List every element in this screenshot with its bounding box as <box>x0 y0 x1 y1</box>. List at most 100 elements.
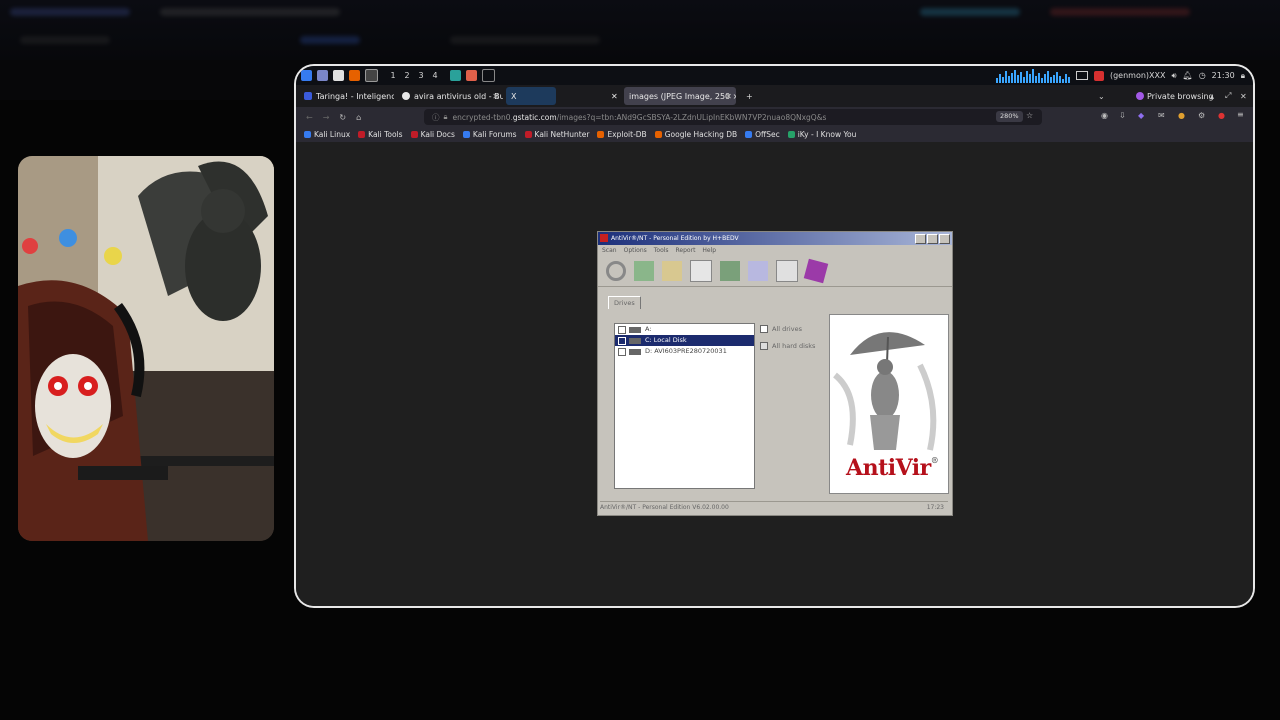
bookmark-kali-nethunter[interactable]: Kali NetHunter <box>524 130 589 139</box>
tab-list-chevron-icon[interactable]: ⌄ <box>1098 92 1105 101</box>
clock[interactable]: 21:30 <box>1212 71 1235 80</box>
help-icon <box>803 258 829 284</box>
background-desktop <box>0 0 1280 60</box>
google-icon <box>402 92 410 100</box>
offsec-icon <box>745 131 753 138</box>
extension-icon[interactable]: ◉ <box>1101 111 1108 120</box>
umbrella-figure-illustration <box>830 315 948 455</box>
workspace-2[interactable]: 2 <box>400 71 414 80</box>
close-tab-icon[interactable]: ✕ <box>606 87 620 105</box>
workspace-1[interactable]: 1 <box>386 71 400 80</box>
antivir-app-icon <box>600 234 608 242</box>
back-icon[interactable]: ← <box>306 113 313 122</box>
tab-favicon <box>304 92 312 100</box>
kali-forums-icon <box>462 131 470 138</box>
antivir-drive-list: A: C: Local Disk D: AVI603PRE280720031 <box>614 323 755 489</box>
antivir-screenshot-image: AntiVir®/NT - Personal Edition by H+BEDV… <box>597 231 953 516</box>
close-tab-icon[interactable]: ✕ <box>725 92 732 101</box>
drive-row: D: AVI603PRE280720031 <box>615 346 754 357</box>
bookmark-ghdb[interactable]: Google Hacking DB <box>654 130 738 139</box>
antivir-brand: AntiVir® <box>846 455 939 481</box>
site-info-icon[interactable]: ⓘ <box>432 112 440 123</box>
ublock-icon[interactable]: ● <box>1218 111 1225 120</box>
antivir-title: AntiVir®/NT - Personal Edition by H+BEDV <box>611 235 739 242</box>
menu-icon[interactable]: ≡ <box>1237 110 1244 119</box>
nethunter-icon <box>524 131 532 138</box>
bookmark-label: Google Hacking DB <box>664 130 738 139</box>
schedule-icon <box>690 260 712 282</box>
bookmark-offsec[interactable]: OffSec <box>745 130 780 139</box>
screen-icon[interactable] <box>1075 71 1088 80</box>
url-bar[interactable]: ⓘ 🔒︎ encrypted-tbn0. gstatic.com/images?q… <box>424 109 1042 125</box>
tab-label: images (JPEG Image, 250 × 2 <box>629 91 736 101</box>
antivir-options: All drives All hard disks <box>760 325 815 359</box>
empty-window-icon[interactable] <box>482 69 495 82</box>
tab-label: X <box>511 91 517 101</box>
terminal-icon[interactable] <box>333 70 344 81</box>
tab-taringa[interactable]: Taringa! - Inteligencia Co <box>299 87 394 105</box>
kali-tools-icon <box>358 131 366 138</box>
minimize-icon[interactable]: ▴ <box>1210 92 1214 101</box>
bookmark-star-icon[interactable]: ☆ <box>1026 111 1033 120</box>
app-window-icon[interactable] <box>450 70 461 81</box>
page-content: AntiVir®/NT - Personal Edition by H+BEDV… <box>296 142 1253 606</box>
genmon-label: (genmon)XXX <box>1109 71 1166 80</box>
zoom-badge[interactable]: 280% <box>996 111 1023 122</box>
bookmark-label: Kali Linux <box>314 130 351 139</box>
url-path: /images?q=tbn:ANd9GcSBSYA-2LZdnULipInEKb… <box>556 112 827 122</box>
bookmark-kali-docs[interactable]: Kali Docs <box>410 130 455 139</box>
drive-label: A: <box>645 325 652 333</box>
files-icon[interactable] <box>317 70 328 81</box>
close-tab-icon[interactable]: ✕ <box>492 92 499 101</box>
private-browsing-label: Private browsing <box>1147 91 1214 101</box>
url-prefix: encrypted-tbn0. <box>452 112 513 122</box>
downloads-icon[interactable]: ⇩ <box>1119 111 1126 120</box>
bookmark-label: OffSec <box>755 130 780 139</box>
mail-icon[interactable]: ✉ <box>1158 111 1165 120</box>
tab-avira-search[interactable]: avira antivirus old - Busc ✕ <box>397 87 503 105</box>
gear-icon[interactable]: ⚙ <box>1198 111 1205 120</box>
antivir-toolbar <box>598 256 952 287</box>
kali-icon <box>304 131 311 138</box>
tab-image[interactable]: images (JPEG Image, 250 × 2 ✕ <box>624 87 736 105</box>
maximize-icon[interactable]: ⤢ <box>1225 91 1231 101</box>
home-icon[interactable]: ⌂ <box>356 113 361 122</box>
antivir-statusbar: AntiVir®/NT - Personal Edition V6.02.00.… <box>600 501 948 513</box>
bookmark-label: iKy - I Know You <box>797 130 857 139</box>
reload-icon[interactable]: ↻ <box>339 113 346 122</box>
bookmark-iky[interactable]: iKy - I Know You <box>787 130 857 139</box>
kali-menu-icon[interactable] <box>301 70 312 81</box>
magnifier-icon <box>606 261 626 281</box>
scan-icon <box>634 261 654 281</box>
bookmark-kali-linux[interactable]: Kali Linux <box>304 130 350 139</box>
close-window-icon[interactable]: ✕ <box>1240 92 1247 101</box>
xfce-taskbar: 1 2 3 4 (genmon)XXX 🔊︎ 🔔︎ ◷ 21:30 🔒︎ <box>296 66 1253 85</box>
bookmark-exploit-db[interactable]: Exploit-DB <box>597 130 647 139</box>
new-tab-icon[interactable]: + <box>746 92 753 101</box>
workspace-4[interactable]: 4 <box>428 71 442 80</box>
book-icon <box>776 260 798 282</box>
exploit-db-icon <box>597 131 605 138</box>
window-icon[interactable] <box>365 69 378 82</box>
bell-icon[interactable]: 🔔︎ <box>1183 71 1193 80</box>
forward-icon[interactable]: → <box>323 113 330 122</box>
bookmark-kali-forums[interactable]: Kali Forums <box>462 130 517 139</box>
bookmark-label: Kali Docs <box>420 130 455 139</box>
tab-label: Taringa! - Inteligencia Co <box>316 91 394 101</box>
bookmark-label: Kali Tools <box>368 130 403 139</box>
extension-icon[interactable]: ◆ <box>1138 111 1144 120</box>
lock-icon[interactable]: 🔒︎ <box>1241 71 1245 81</box>
screen-capture: 1 2 3 4 (genmon)XXX 🔊︎ 🔔︎ ◷ 21:30 🔒︎ Tar… <box>296 66 1253 606</box>
ghdb-icon <box>654 131 662 138</box>
volume-icon[interactable]: 🔊︎ <box>1171 71 1176 81</box>
firefox-window-icon[interactable] <box>466 70 477 81</box>
antivir-menu-item: Tools <box>653 247 669 254</box>
antivir-window-buttons <box>915 234 950 244</box>
extension-icon[interactable]: ● <box>1178 111 1185 120</box>
tab-label: avira antivirus old - Busc <box>414 91 503 101</box>
bookmark-kali-tools[interactable]: Kali Tools <box>358 130 403 139</box>
firefox-icon[interactable] <box>349 70 360 81</box>
tab-x[interactable]: X <box>506 87 556 105</box>
workspace-3[interactable]: 3 <box>414 71 428 80</box>
antivir-status-text: AntiVir®/NT - Personal Edition V6.02.00.… <box>600 504 729 511</box>
